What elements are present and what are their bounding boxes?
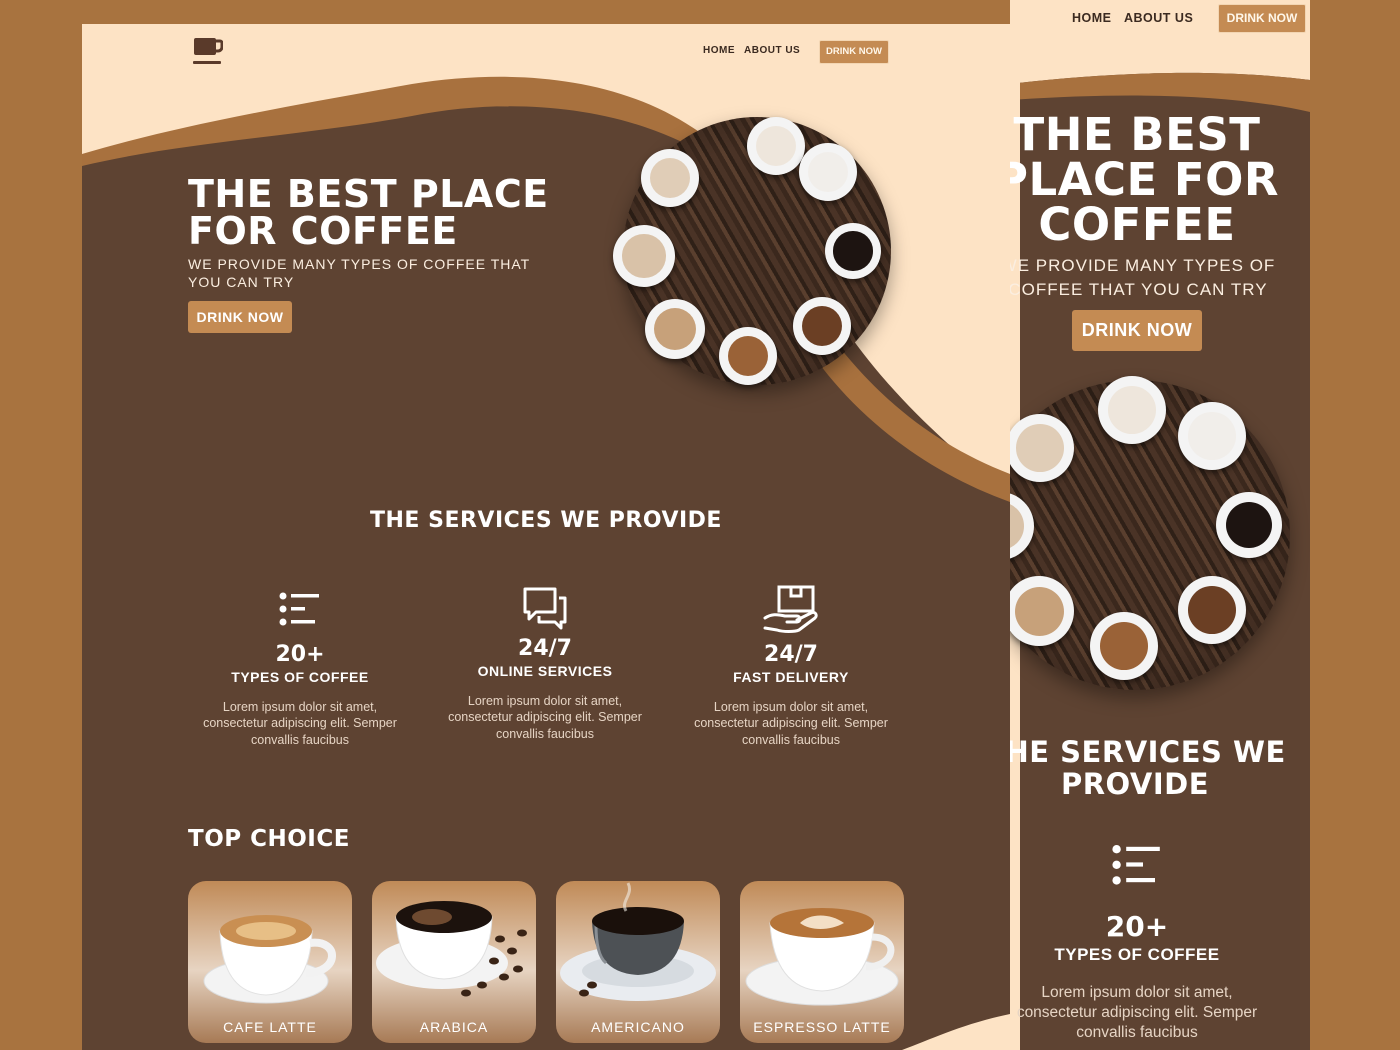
coffee-cup-icon xyxy=(193,38,224,64)
mobile-services-title-line2: PROVIDE xyxy=(1060,767,1210,802)
service-number: 24/7 xyxy=(764,642,818,667)
service-label: TYPES OF COFFEE xyxy=(1054,945,1220,964)
nav-about-link[interactable]: ABOUT US xyxy=(744,45,800,56)
coffee-cup-image xyxy=(1010,414,1074,482)
mobile-hero-subtitle-line2: COFFEE THAT YOU CAN TRY xyxy=(1010,279,1268,299)
coffee-cup-image xyxy=(1178,576,1246,644)
hero-subtitle-line1: WE PROVIDE MANY TYPES OF COFFEE THAT xyxy=(188,256,531,272)
mobile-hero-title: THE BEST PLACE FOR COFFEE xyxy=(1010,112,1282,247)
coffee-cup-image xyxy=(1098,376,1166,444)
service-description-line: convallis faucibus xyxy=(251,732,349,747)
product-label: CAFE LATTE xyxy=(223,1019,317,1035)
chat-icon xyxy=(523,587,567,630)
coffee-tray-image xyxy=(613,117,891,385)
mobile-hero-title-line3: COFFEE xyxy=(1038,198,1236,251)
mobile-mockup: HOME ABOUT US DRINK NOW THE BEST PLACE F… xyxy=(1010,0,1310,1050)
coffee-cup-image xyxy=(613,225,675,287)
mobile-nav-about-link[interactable]: ABOUT US xyxy=(1124,11,1193,25)
mobile-nav-home-link[interactable]: HOME xyxy=(1072,11,1112,25)
service-number: 20+ xyxy=(1105,910,1169,943)
service-number: 20+ xyxy=(275,642,325,667)
hero-drink-now-button[interactable]: DRINK NOW xyxy=(188,301,292,333)
service-label: TYPES OF COFFEE xyxy=(231,669,369,685)
coffee-cup-image xyxy=(793,297,851,355)
service-description-line: consectetur adipiscing elit. Semper xyxy=(203,716,397,731)
coffee-cup-image xyxy=(825,223,881,279)
nav-home-link[interactable]: HOME xyxy=(703,45,735,56)
hero-subtitle-line2: YOU CAN TRY xyxy=(188,274,295,291)
service-description-line: Lorem ipsum dolor sit amet, xyxy=(1041,984,1233,1001)
hero-title-line2: FOR COFFEE xyxy=(188,209,458,254)
mobile-hero-title-line2: PLACE FOR xyxy=(1010,153,1280,206)
service-description-line: Lorem ipsum dolor sit amet, xyxy=(713,700,869,714)
product-card-cafe-latte[interactable]: CAFE LATTE xyxy=(188,881,352,1043)
mobile-hero-drink-now-button[interactable]: DRINK NOW xyxy=(1072,310,1202,351)
coffee-cup-image xyxy=(1090,612,1158,680)
coffee-cup-image xyxy=(799,143,857,201)
product-card-arabica[interactable]: ARABICA xyxy=(372,881,536,1043)
list-icon xyxy=(1112,845,1160,885)
services-title: THE SERVICES WE PROVIDE xyxy=(370,508,722,533)
service-description-line: consectetur adipiscing elit. Semper xyxy=(1016,1004,1258,1022)
service-description: Lorem ipsum dolor sit amet, consectetur … xyxy=(681,699,901,748)
coffee-cup-image xyxy=(1010,576,1074,646)
hero-title-line1: THE BEST PLACE xyxy=(188,172,549,216)
service-label: ONLINE SERVICES xyxy=(477,663,613,679)
coffee-cup-image xyxy=(645,299,705,359)
service-description-line: convallis faucibus xyxy=(1076,1024,1198,1042)
mobile-service-types-of-coffee: 20+ TYPES OF COFFEE Lorem ipsum dolor si… xyxy=(1010,842,1287,1043)
list-icon xyxy=(279,592,319,626)
service-online-services: 24/7 ONLINE SERVICES Lorem ipsum dolor s… xyxy=(435,586,655,742)
mobile-nav-drink-now-button[interactable]: DRINK NOW xyxy=(1218,4,1306,33)
coffee-cup-image xyxy=(747,117,805,175)
mobile-services-title: THE SERVICES WE PROVIDE xyxy=(1010,736,1300,801)
nav-drink-now-button[interactable]: DRINK NOW xyxy=(819,40,889,64)
service-description-line: consectetur adipiscing elit. Semper xyxy=(448,710,642,725)
mobile-hero-subtitle-line1: WE PROVIDE MANY TYPES OF xyxy=(1010,256,1276,275)
top-choice-title: TOP CHOICE xyxy=(188,826,350,852)
delivery-hand-icon xyxy=(763,585,818,633)
desktop-mockup: HOME ABOUT US DRINK NOW THE BEST PLACE F… xyxy=(82,24,1010,1050)
coffee-cup-image xyxy=(1178,402,1246,470)
service-description: Lorem ipsum dolor sit amet, consectetur … xyxy=(1010,983,1287,1043)
logo[interactable] xyxy=(193,37,224,72)
service-description: Lorem ipsum dolor sit amet, consectetur … xyxy=(435,693,655,742)
mobile-hero-subtitle: WE PROVIDE MANY TYPES OF COFFEE THAT YOU… xyxy=(1010,254,1288,302)
product-label: ESPRESSO LATTE xyxy=(753,1019,891,1035)
coffee-cup-image xyxy=(719,327,777,385)
service-number: 24/7 xyxy=(518,636,572,661)
product-label: ARABICA xyxy=(419,1019,489,1035)
service-label: FAST DELIVERY xyxy=(733,669,849,685)
service-description-line: Lorem ipsum dolor sit amet, xyxy=(467,694,623,708)
coffee-cup-image xyxy=(1010,492,1034,560)
service-fast-delivery: 24/7 FAST DELIVERY Lorem ipsum dolor sit… xyxy=(681,584,901,748)
service-description-line: convallis faucibus xyxy=(496,726,594,741)
coffee-cup-image xyxy=(641,149,699,207)
service-description-line: consectetur adipiscing elit. Semper xyxy=(694,716,888,731)
product-card-espresso-latte[interactable]: ESPRESSO LATTE xyxy=(740,881,904,1043)
service-description-line: Lorem ipsum dolor sit amet, xyxy=(222,700,378,714)
product-label: AMERICANO xyxy=(591,1019,685,1035)
mobile-services-title-line1: THE SERVICES WE xyxy=(1010,735,1286,769)
hero-title: THE BEST PLACE FOR COFFEE xyxy=(188,172,549,254)
hero-subtitle: WE PROVIDE MANY TYPES OF COFFEE THAT YOU… xyxy=(188,255,530,291)
coffee-cup-image xyxy=(1216,492,1282,558)
service-types-of-coffee: 20+ TYPES OF COFFEE Lorem ipsum dolor si… xyxy=(190,590,410,748)
product-card-americano[interactable]: AMERICANO xyxy=(556,881,720,1043)
mobile-hero-title-line1: THE BEST xyxy=(1013,108,1261,161)
service-description-line: convallis faucibus xyxy=(742,732,840,747)
service-description: Lorem ipsum dolor sit amet, consectetur … xyxy=(190,699,410,748)
